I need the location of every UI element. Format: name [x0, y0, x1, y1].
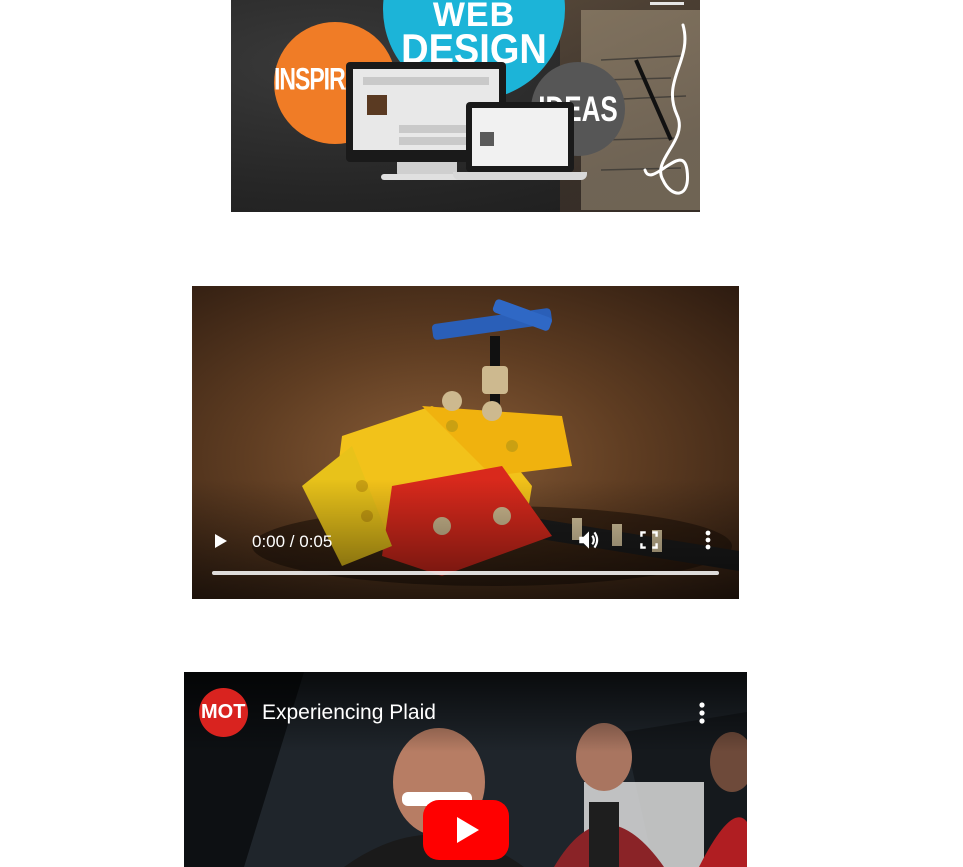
laptop-base	[453, 172, 587, 180]
play-icon[interactable]	[208, 529, 232, 553]
video-timecode: 0:00 / 0:05	[252, 532, 333, 551]
scribble-decoration	[643, 23, 689, 195]
decorative-line	[650, 2, 684, 5]
fullscreen-icon[interactable]	[636, 527, 662, 553]
video-progress-bar[interactable]	[212, 571, 719, 575]
channel-logo[interactable]: MOT	[199, 688, 248, 737]
laptop-illustration	[466, 102, 574, 172]
video-title[interactable]: Experiencing Plaid	[262, 701, 436, 725]
youtube-play-icon[interactable]	[423, 800, 509, 860]
video-player[interactable]: 0:00 / 0:05	[192, 286, 739, 599]
more-vert-icon[interactable]	[698, 527, 718, 553]
youtube-embed[interactable]: MOT Experiencing Plaid	[184, 672, 747, 867]
volume-icon[interactable]	[576, 527, 602, 553]
web-design-banner-image: WEB DESIGN INSPIRATION IDEAS	[231, 0, 700, 212]
video-controls: 0:00 / 0:05	[192, 519, 739, 599]
channel-logo-text: MOT	[201, 701, 246, 723]
more-vert-icon[interactable]	[692, 698, 712, 728]
